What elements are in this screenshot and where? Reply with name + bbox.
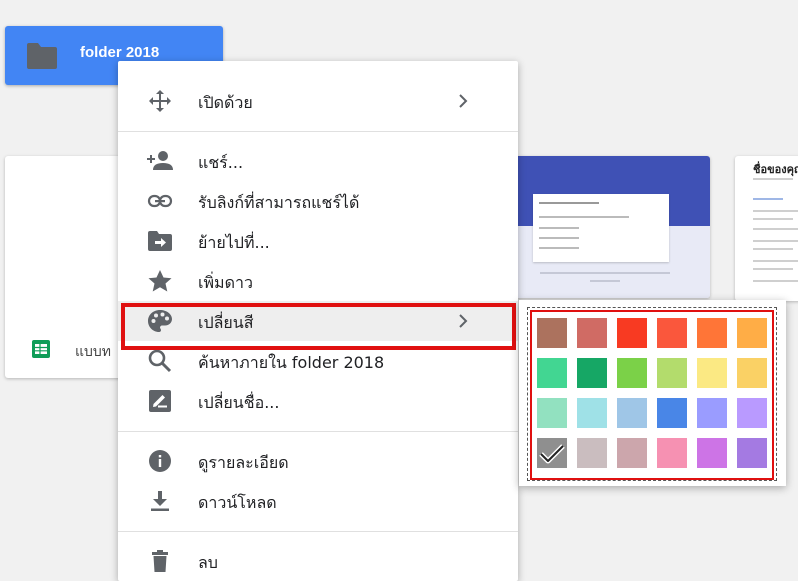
link-icon — [147, 194, 173, 208]
form-preview-card[interactable] — [500, 156, 710, 298]
folder-move-icon — [148, 231, 172, 251]
color-swatch[interactable] — [537, 398, 567, 428]
star-icon — [148, 270, 172, 292]
color-swatch[interactable] — [617, 358, 647, 388]
menu-divider — [118, 131, 518, 132]
color-swatch[interactable] — [657, 318, 687, 348]
menu-item-get-link[interactable]: รับลิงก์ที่สามารถแชร์ได้ — [118, 181, 518, 221]
menu-item-remove[interactable]: ลบ — [118, 541, 518, 581]
move-icon — [149, 90, 171, 112]
color-swatch[interactable] — [577, 318, 607, 348]
highlight-annotation — [121, 303, 516, 350]
color-swatch[interactable] — [577, 398, 607, 428]
menu-item-label: ค้นหาภายใน folder 2018 — [198, 353, 385, 372]
folder-icon — [27, 43, 57, 69]
menu-item-add-star[interactable]: เพิ่มดาว — [118, 261, 518, 301]
check-icon — [539, 444, 565, 464]
sheets-icon — [32, 340, 50, 358]
info-icon — [149, 450, 171, 472]
folder-name: folder 2018 — [80, 44, 160, 61]
menu-item-details[interactable]: ดูรายละเอียด — [118, 441, 518, 481]
menu-item-move-to[interactable]: ย้ายไปที่... — [118, 221, 518, 261]
color-swatch[interactable] — [737, 438, 767, 468]
color-swatch[interactable] — [697, 398, 727, 428]
color-swatch[interactable] — [657, 398, 687, 428]
menu-item-label: ดาวน์โหลด — [198, 493, 277, 512]
color-swatch[interactable] — [697, 358, 727, 388]
color-swatch[interactable] — [697, 318, 727, 348]
doc-preview-card[interactable]: ชื่อของคุณ — [735, 156, 798, 301]
menu-item-label: ย้ายไปที่... — [198, 233, 270, 252]
color-swatch[interactable] — [617, 398, 647, 428]
menu-item-rename[interactable]: เปลี่ยนชื่อ... — [118, 381, 518, 421]
download-icon — [151, 491, 169, 511]
form-caption — [540, 272, 670, 274]
color-swatch[interactable] — [737, 318, 767, 348]
chevron-right-icon — [459, 94, 468, 108]
menu-divider — [118, 531, 518, 532]
color-swatch[interactable] — [537, 358, 567, 388]
person-add-icon — [147, 151, 173, 170]
menu-item-label: เพิ่มดาว — [198, 273, 253, 292]
menu-item-download[interactable]: ดาวน์โหลด — [118, 481, 518, 521]
color-swatch[interactable] — [657, 358, 687, 388]
form-caption — [590, 280, 620, 282]
color-swatch[interactable] — [737, 358, 767, 388]
menu-item-label: เปลี่ยนชื่อ... — [198, 393, 280, 412]
menu-item-label: ดูรายละเอียด — [198, 453, 289, 472]
menu-item-label: รับลิงก์ที่สามารถแชร์ได้ — [198, 193, 360, 212]
file-name: แบบท — [75, 344, 112, 360]
menu-item-share[interactable]: แชร์... — [118, 141, 518, 181]
color-swatch[interactable] — [537, 438, 567, 468]
color-palette — [519, 300, 786, 486]
rename-icon — [149, 390, 171, 412]
color-swatch[interactable] — [577, 438, 607, 468]
color-swatch[interactable] — [537, 318, 567, 348]
menu-item-label: ลบ — [198, 553, 218, 572]
menu-item-label: เปิดด้วย — [198, 93, 253, 112]
form-sheet — [533, 194, 669, 262]
color-swatch[interactable] — [737, 398, 767, 428]
color-swatch[interactable] — [577, 358, 607, 388]
color-swatch[interactable] — [657, 438, 687, 468]
color-swatch[interactable] — [697, 438, 727, 468]
color-swatch[interactable] — [617, 318, 647, 348]
menu-divider — [118, 431, 518, 432]
doc-title: ชื่อของคุณ — [753, 163, 798, 176]
menu-item-open-with[interactable]: เปิดด้วย — [118, 81, 518, 121]
menu-item-label: แชร์... — [198, 153, 244, 172]
search-icon — [148, 349, 172, 373]
color-swatch[interactable] — [617, 438, 647, 468]
trash-icon — [152, 550, 168, 572]
